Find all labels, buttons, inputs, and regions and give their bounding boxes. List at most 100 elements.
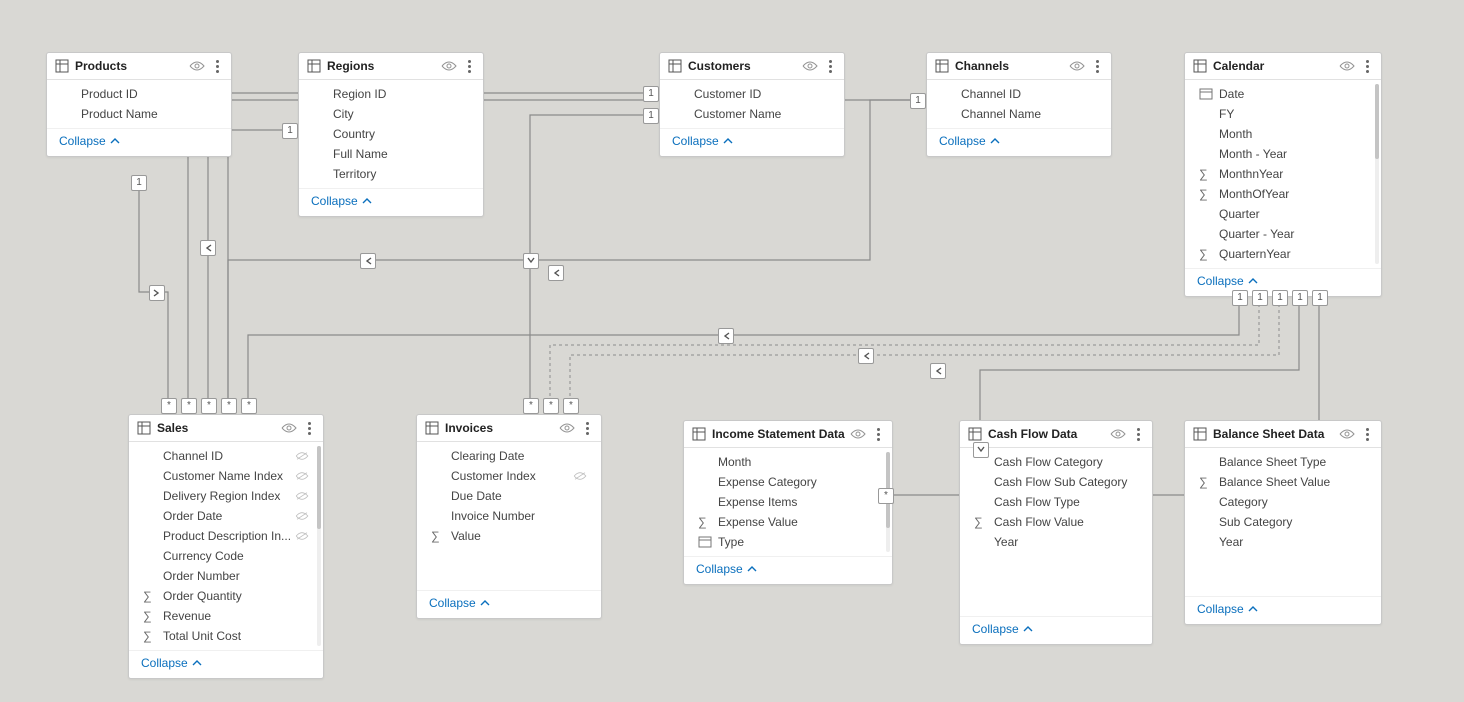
table-sales[interactable]: Sales Channel ID Customer Name Index Del… <box>128 414 324 679</box>
collapse-button[interactable]: Collapse <box>927 128 1111 156</box>
field-row[interactable]: Channel Name <box>927 104 1111 124</box>
visibility-icon[interactable] <box>189 60 205 72</box>
field-row[interactable]: ∑Order Quantity <box>129 586 323 606</box>
collapse-button[interactable]: Collapse <box>1185 596 1381 624</box>
field-label: Year <box>994 535 1018 549</box>
field-row[interactable]: Quarter <box>1185 204 1381 224</box>
field-row[interactable]: Delivery Region Index <box>129 486 323 506</box>
chevron-up-icon <box>110 136 120 146</box>
field-row[interactable]: Invoice Number <box>417 506 601 526</box>
field-row[interactable]: Sub Category <box>1185 512 1381 532</box>
visibility-icon[interactable] <box>850 428 866 440</box>
table-title: Customers <box>688 59 802 73</box>
field-list: Product ID Product Name <box>47 80 231 128</box>
collapse-button[interactable]: Collapse <box>417 590 601 618</box>
field-row[interactable]: Month - Year <box>1185 144 1381 164</box>
scrollbar-thumb[interactable] <box>1375 84 1379 159</box>
table-channels[interactable]: Channels Channel ID Channel Name Collaps… <box>926 52 1112 157</box>
collapse-button[interactable]: Collapse <box>684 556 892 584</box>
more-options-icon[interactable] <box>1091 60 1103 73</box>
field-row[interactable]: City <box>299 104 483 124</box>
hidden-icon <box>573 471 587 481</box>
field-row[interactable]: ∑Balance Sheet Value <box>1185 472 1381 492</box>
field-row[interactable]: ∑Expense Value <box>684 512 892 532</box>
filter-direction-icon <box>548 265 564 281</box>
visibility-icon[interactable] <box>1339 428 1355 440</box>
field-row[interactable]: ∑Value <box>417 526 601 546</box>
field-row[interactable]: Expense Category <box>684 472 892 492</box>
field-row[interactable]: Order Number <box>129 566 323 586</box>
field-row[interactable]: Customer Index <box>417 466 601 486</box>
visibility-icon[interactable] <box>1339 60 1355 72</box>
collapse-button[interactable]: Collapse <box>129 650 323 678</box>
more-options-icon[interactable] <box>581 422 593 435</box>
field-row[interactable]: Customer Name <box>660 104 844 124</box>
field-row[interactable]: Date <box>1185 84 1381 104</box>
visibility-icon[interactable] <box>559 422 575 434</box>
field-row[interactable]: Due Date <box>417 486 601 506</box>
field-row[interactable]: Clearing Date <box>417 446 601 466</box>
table-calendar[interactable]: Calendar Date FY Month Month - Year ∑Mon… <box>1184 52 1382 297</box>
scrollbar-thumb[interactable] <box>317 446 321 529</box>
more-options-icon[interactable] <box>824 60 836 73</box>
visibility-icon[interactable] <box>1110 428 1126 440</box>
visibility-icon[interactable] <box>441 60 457 72</box>
collapse-button[interactable]: Collapse <box>47 128 231 156</box>
field-row[interactable]: Year <box>960 532 1152 552</box>
field-list: Customer ID Customer Name <box>660 80 844 128</box>
model-canvas[interactable]: 1 1 1 1 1 1 1 1 1 1 * * * * * * * * * Pr… <box>0 0 1464 702</box>
collapse-button[interactable]: Collapse <box>960 616 1152 644</box>
field-row[interactable]: Year <box>1185 532 1381 552</box>
field-row[interactable]: ∑Revenue <box>129 606 323 626</box>
field-row[interactable]: Type <box>684 532 892 552</box>
field-row[interactable]: Order Date <box>129 506 323 526</box>
collapse-button[interactable]: Collapse <box>660 128 844 156</box>
field-row[interactable]: Quarter - Year <box>1185 224 1381 244</box>
field-row[interactable]: Currency Code <box>129 546 323 566</box>
field-row[interactable]: Category <box>1185 492 1381 512</box>
table-balance-sheet[interactable]: Balance Sheet Data Balance Sheet Type ∑B… <box>1184 420 1382 625</box>
field-row[interactable]: Product ID <box>47 84 231 104</box>
field-row[interactable]: Product Description In... <box>129 526 323 546</box>
field-row[interactable]: Customer ID <box>660 84 844 104</box>
field-row[interactable]: Month <box>1185 124 1381 144</box>
field-row[interactable]: Full Name <box>299 144 483 164</box>
more-options-icon[interactable] <box>1132 428 1144 441</box>
more-options-icon[interactable] <box>1361 428 1373 441</box>
table-customers[interactable]: Customers Customer ID Customer Name Coll… <box>659 52 845 157</box>
table-income-statement[interactable]: Income Statement Data Month Expense Cate… <box>683 420 893 585</box>
table-products[interactable]: Products Product ID Product Name Collaps… <box>46 52 232 157</box>
field-row[interactable]: Channel ID <box>129 446 323 466</box>
field-row[interactable]: Expense Items <box>684 492 892 512</box>
more-options-icon[interactable] <box>1361 60 1373 73</box>
field-row[interactable]: Cash Flow Sub Category <box>960 472 1152 492</box>
field-row[interactable]: Territory <box>299 164 483 184</box>
field-row[interactable]: ∑QuarternYear <box>1185 244 1381 264</box>
field-row[interactable]: Country <box>299 124 483 144</box>
more-options-icon[interactable] <box>303 422 315 435</box>
field-row[interactable]: Balance Sheet Type <box>1185 452 1381 472</box>
visibility-icon[interactable] <box>281 422 297 434</box>
field-row[interactable]: FY <box>1185 104 1381 124</box>
field-row[interactable]: ∑Total Unit Cost <box>129 626 323 646</box>
visibility-icon[interactable] <box>1069 60 1085 72</box>
field-row[interactable]: Region ID <box>299 84 483 104</box>
field-row[interactable]: ∑Cash Flow Value <box>960 512 1152 532</box>
table-regions[interactable]: Regions Region ID City Country Full Name… <box>298 52 484 217</box>
field-label: Type <box>718 535 744 549</box>
field-row[interactable]: ∑MonthnYear <box>1185 164 1381 184</box>
field-row[interactable]: Channel ID <box>927 84 1111 104</box>
table-invoices[interactable]: Invoices Clearing Date Customer Index Du… <box>416 414 602 619</box>
field-row[interactable]: Month <box>684 452 892 472</box>
more-options-icon[interactable] <box>463 60 475 73</box>
field-row[interactable]: Product Name <box>47 104 231 124</box>
field-row[interactable]: Customer Name Index <box>129 466 323 486</box>
more-options-icon[interactable] <box>211 60 223 73</box>
field-row[interactable]: ∑MonthOfYear <box>1185 184 1381 204</box>
field-row[interactable]: Cash Flow Type <box>960 492 1152 512</box>
more-options-icon[interactable] <box>872 428 884 441</box>
visibility-icon[interactable] <box>802 60 818 72</box>
field-label: Year <box>1219 535 1243 549</box>
collapse-button[interactable]: Collapse <box>299 188 483 216</box>
filter-direction-icon <box>930 363 946 379</box>
